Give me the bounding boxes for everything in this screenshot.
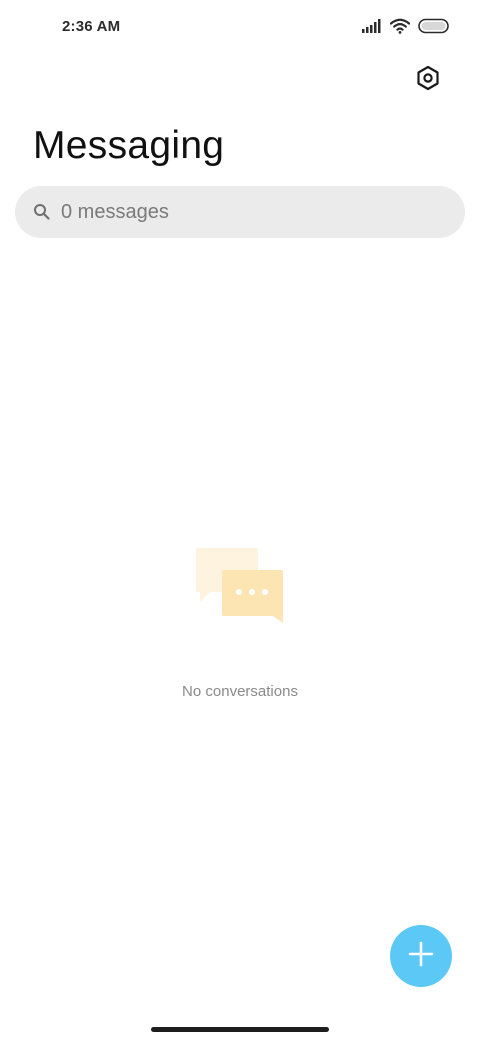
chat-bubbles-icon xyxy=(194,546,286,626)
page-title: Messaging xyxy=(33,124,225,167)
search-bar[interactable]: 0 messages xyxy=(15,186,465,238)
signal-icon xyxy=(362,18,382,38)
plus-icon xyxy=(408,941,434,972)
status-time: 2:36 AM xyxy=(62,18,121,35)
new-conversation-button[interactable] xyxy=(390,925,452,987)
messaging-screen: 2:36 AM Messaging 0 messages No conversa… xyxy=(0,0,480,1040)
status-bar: 2:36 AM xyxy=(0,0,480,56)
settings-button[interactable] xyxy=(410,62,446,98)
search-icon xyxy=(33,203,51,221)
wifi-icon xyxy=(389,18,411,39)
search-placeholder: 0 messages xyxy=(61,201,169,223)
settings-icon xyxy=(415,65,441,96)
battery-icon xyxy=(418,18,450,39)
home-indicator[interactable] xyxy=(151,1027,329,1032)
status-icons xyxy=(362,18,450,38)
empty-state-message: No conversations xyxy=(182,683,298,700)
